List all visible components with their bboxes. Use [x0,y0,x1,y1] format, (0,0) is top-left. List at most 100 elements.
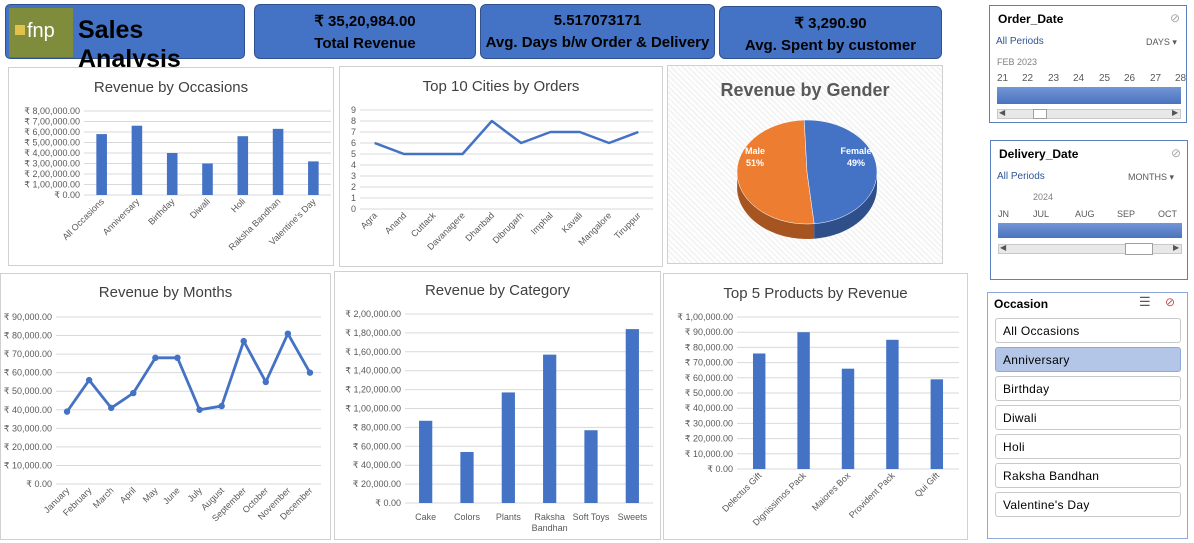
clear-filter-icon[interactable]: ⊘ [1165,295,1175,309]
point-december [306,369,314,376]
point-july [196,406,203,413]
timeline-bar[interactable] [997,87,1181,104]
y-tick-label: 2 [351,182,356,192]
clear-filter-icon[interactable]: ⊘ [1170,11,1180,25]
slicer-item-label: Raksha Bandhan [1003,469,1100,483]
scroll-thumb[interactable] [1033,109,1047,119]
slice-label: Male [745,146,765,156]
y-tick-label: ₹ 60,000.00 [4,368,52,378]
slicer-order-date[interactable]: Order_Date ⊘ All Periods DAYS ▾ FEB 2023… [989,5,1187,123]
chart-svg: ₹ 0.00 ₹ 10,000.00 ₹ 20,000.00 ₹ 30,000.00 ₹… [4,312,321,524]
slice-value-label: 51% [746,158,764,168]
clear-filter-icon[interactable]: ⊘ [1171,146,1181,160]
chart-revenue-by-category: Revenue by Category ₹ 0.00 ₹ 20,000.00 ₹ 4… [334,271,661,540]
y-tick-label: ₹ 20,000.00 [685,434,733,444]
y-tick-label: ₹ 1,20,000.00 [345,385,401,395]
bar-colors [460,451,474,503]
point-january [63,408,71,415]
kpi-label: Avg. Spent by customer [744,37,917,54]
scroll-thumb[interactable] [1125,243,1153,255]
x-tick-label: May [141,485,160,504]
y-tick-label: ₹ 90,000.00 [4,312,52,322]
slicer-item-valentines-day[interactable]: Valentine's Day [995,492,1181,517]
y-tick-label: ₹ 10,000.00 [685,449,733,459]
y-tick-label: ₹ 80,000.00 [685,342,733,352]
point-august [218,402,225,410]
month-label: FEB 2023 [997,57,1038,67]
y-tick-label: 1 [351,193,356,203]
y-tick-label: ₹ 60,000.00 [685,373,733,383]
y-tick-label: ₹ 50,000.00 [4,386,52,396]
bar-qui-gift [930,379,944,469]
x-tick-label: July [186,485,205,504]
y-tick-label: ₹ 90,000.00 [685,327,733,337]
slicer-item-anniversary[interactable]: Anniversary [995,347,1181,372]
multi-select-icon[interactable]: ☰ [1139,294,1151,310]
slicer-item-raksha-bandhan[interactable]: Raksha Bandhan [995,463,1181,488]
header-banner: fnp Sales Analysis [5,4,245,73]
x-tick-label: Imphal [529,210,555,236]
slicer-title: Occasion [994,297,1049,311]
point-october [262,378,269,386]
day-label: 23 [1048,73,1060,84]
y-tick-label: ₹ 30,000.00 [685,418,733,428]
y-tick-label: ₹ 1,00,000.00 [345,404,401,414]
x-tick-label: Bandhan [532,523,568,533]
bar-valentine-s-day [308,161,319,195]
y-tick-label: 0 [351,204,356,214]
bar-holi [237,136,249,195]
chart-revenue-by-months: Revenue by Months ₹ 0.00 ₹ 10,000.00 ₹ 20,… [0,273,331,540]
slicer-title: Delivery_Date [999,147,1079,161]
bar-all-occasions [96,134,107,195]
bar-soft-toys [584,430,598,503]
scroll-left-icon[interactable]: ◀ [999,108,1005,117]
slicer-item-diwali[interactable]: Diwali [995,405,1181,430]
slicer-occasion[interactable]: Occasion ☰ ⊘ All Occasions Anniversary B… [987,292,1188,539]
slicer-item-label: Valentine's Day [1003,498,1090,512]
kpi-value: ₹ 35,20,984.00 [314,13,416,30]
day-labels: 21 22 23 24 25 26 27 28 [997,73,1187,85]
kpi-value: 5.517073171 [553,12,642,29]
gift-icon [15,25,25,35]
y-tick-label: ₹ 2,00,000.00 [345,309,401,319]
y-tick-label: ₹ 0.00 [54,190,80,200]
slicer-item-label: Diwali [1003,411,1037,425]
point-may [152,354,159,362]
y-tick-label: ₹ 40,000.00 [685,403,733,413]
chart-svg: Male 51% Female 49% [736,119,878,239]
x-tick-label: Raksha [534,512,565,522]
scroll-right-icon[interactable]: ▶ [1173,243,1179,252]
day-label: 22 [1022,73,1034,84]
chart-revenue-by-gender: Revenue by Gender Male 51% Female 49% [667,65,943,264]
unit-dropdown[interactable]: DAYS ▾ [1146,37,1177,48]
unit-dropdown[interactable]: MONTHS ▾ [1128,172,1174,183]
slicer-delivery-date[interactable]: Delivery_Date ⊘ All Periods MONTHS ▾ 202… [990,140,1188,280]
x-tick-label: June [161,485,182,506]
point-april [130,389,137,397]
y-tick-label: ₹ 80,000.00 [4,331,52,341]
slicer-item-all-occasions[interactable]: All Occasions [995,318,1181,343]
y-tick-label: ₹ 70,000.00 [4,349,52,359]
x-tick-label: Plants [496,512,522,522]
year-label: 2024 [1033,192,1054,202]
timeline-scrollbar[interactable]: ◀ ▶ [997,108,1181,119]
y-tick-label: ₹ 30,000.00 [4,423,52,433]
slicer-item-holi[interactable]: Holi [995,434,1181,459]
timeline-scrollbar[interactable]: ◀ ▶ [998,243,1182,255]
x-tick-label: Anand [383,210,408,235]
x-tick-label: Maiores Box [810,470,853,513]
timeline-bar[interactable] [998,223,1182,238]
point-june [174,354,181,362]
y-tick-label: ₹ 1,00,000.00 [24,180,80,190]
scroll-right-icon[interactable]: ▶ [1172,108,1178,117]
x-tick-label: April [118,485,138,505]
scroll-left-icon[interactable]: ◀ [1000,243,1006,252]
logo-text: fnp [27,20,55,42]
day-label: 26 [1124,73,1136,84]
slicer-item-birthday[interactable]: Birthday [995,376,1181,401]
month-label: JUL [1033,209,1050,219]
x-tick-label: Sweets [618,512,648,522]
y-tick-label: ₹ 6,00,000.00 [24,127,80,137]
unit-label: MONTHS [1128,172,1167,182]
y-tick-label: ₹ 1,00,000.00 [677,312,733,322]
